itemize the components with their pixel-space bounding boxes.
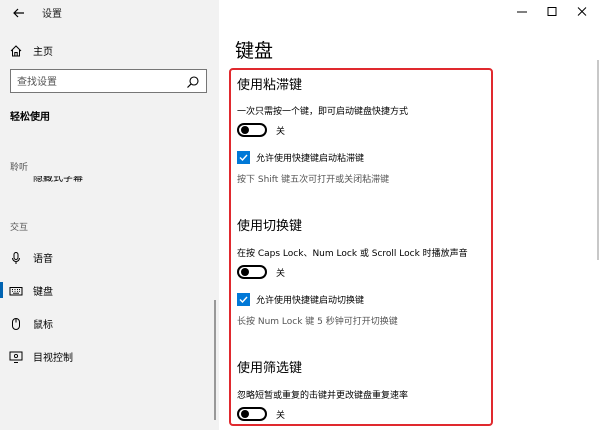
sidebar-item-keyboard[interactable]: 键盘	[0, 278, 219, 302]
toggle-keys-shortcut-checkbox[interactable]	[237, 293, 250, 306]
filter-keys-toggle-state: 关	[276, 411, 286, 421]
page-title: 键盘	[235, 40, 274, 62]
toggle-keys-toggle[interactable]	[237, 265, 267, 279]
minimize-icon[interactable]	[514, 4, 530, 18]
sticky-keys-shortcut-label: 允许使用快捷键启动粘滞键	[256, 154, 365, 164]
sidebar-item-mouse[interactable]: 鼠标	[0, 311, 219, 335]
sidebar-item-home[interactable]: 主页	[0, 38, 219, 62]
mouse-icon	[9, 316, 23, 330]
sticky-keys-shortcut-checkbox[interactable]	[237, 151, 250, 164]
sticky-keys-description: 一次只需按一个键，即可启动键盘快捷方式	[237, 107, 409, 117]
toggle-keys-hint: 长按 Num Lock 键 5 秒钟可打开切换键	[237, 317, 398, 327]
close-icon[interactable]	[574, 4, 590, 18]
toggle-keys-shortcut-label: 允许使用快捷键启动切换键	[256, 296, 365, 306]
window-title: 设置	[42, 9, 62, 20]
toggle-knob	[241, 126, 249, 134]
search-input[interactable]	[11, 71, 181, 94]
search-icon[interactable]	[186, 74, 200, 88]
group-label-hearing: 聆听	[10, 163, 29, 173]
maximize-icon[interactable]	[544, 4, 560, 18]
eye-control-icon	[9, 349, 23, 363]
toggle-knob	[241, 268, 249, 276]
home-icon	[9, 43, 23, 57]
search-box[interactable]	[10, 69, 207, 94]
sidebar-section-title: 轻松使用	[10, 112, 50, 123]
title-bar: 设置	[0, 0, 219, 26]
sidebar-item-eye-control[interactable]: 目视控制	[0, 344, 219, 368]
toggle-keys-toggle-state: 关	[276, 269, 286, 279]
keyboard-icon	[9, 283, 23, 297]
sidebar-scrollbar[interactable]	[214, 300, 216, 420]
group-label-interaction: 交互	[10, 223, 29, 233]
sidebar: 设置 主页 轻松使用 聆听 隐藏式字幕 交互 语音 键盘	[0, 0, 219, 430]
sticky-keys-heading: 使用粘滞键	[237, 78, 303, 93]
sidebar-item-label: 语音	[33, 253, 53, 265]
sticky-keys-hint: 按下 Shift 键五次可打开或关闭粘滞键	[237, 175, 390, 185]
main-content: 键盘 使用粘滞键 一次只需按一个键，即可启动键盘快捷方式 关 允许使用快捷键启动…	[219, 0, 600, 430]
microphone-icon	[9, 250, 23, 264]
sidebar-item-label: 隐藏式字幕	[33, 176, 83, 184]
sidebar-item-captions[interactable]: 隐藏式字幕	[10, 176, 210, 185]
back-icon[interactable]	[10, 4, 28, 22]
sidebar-item-label: 主页	[33, 46, 53, 58]
toggle-knob	[241, 410, 249, 418]
sidebar-item-label: 键盘	[33, 286, 53, 298]
sidebar-item-speech[interactable]: 语音	[0, 245, 219, 269]
sidebar-item-label: 鼠标	[33, 319, 53, 331]
filter-keys-heading: 使用筛选键	[237, 361, 303, 376]
filter-keys-description: 忽略短暂或重复的击键并更改键盘重复速率	[237, 391, 409, 401]
sidebar-item-label: 目视控制	[33, 352, 73, 364]
toggle-keys-description: 在按 Caps Lock、Num Lock 或 Scroll Lock 时播放声…	[237, 249, 468, 259]
main-scrollbar[interactable]	[597, 60, 599, 260]
toggle-keys-heading: 使用切换键	[237, 219, 303, 234]
sticky-keys-toggle-state: 关	[276, 127, 286, 137]
sticky-keys-toggle[interactable]	[237, 123, 267, 137]
filter-keys-toggle[interactable]	[237, 407, 267, 421]
